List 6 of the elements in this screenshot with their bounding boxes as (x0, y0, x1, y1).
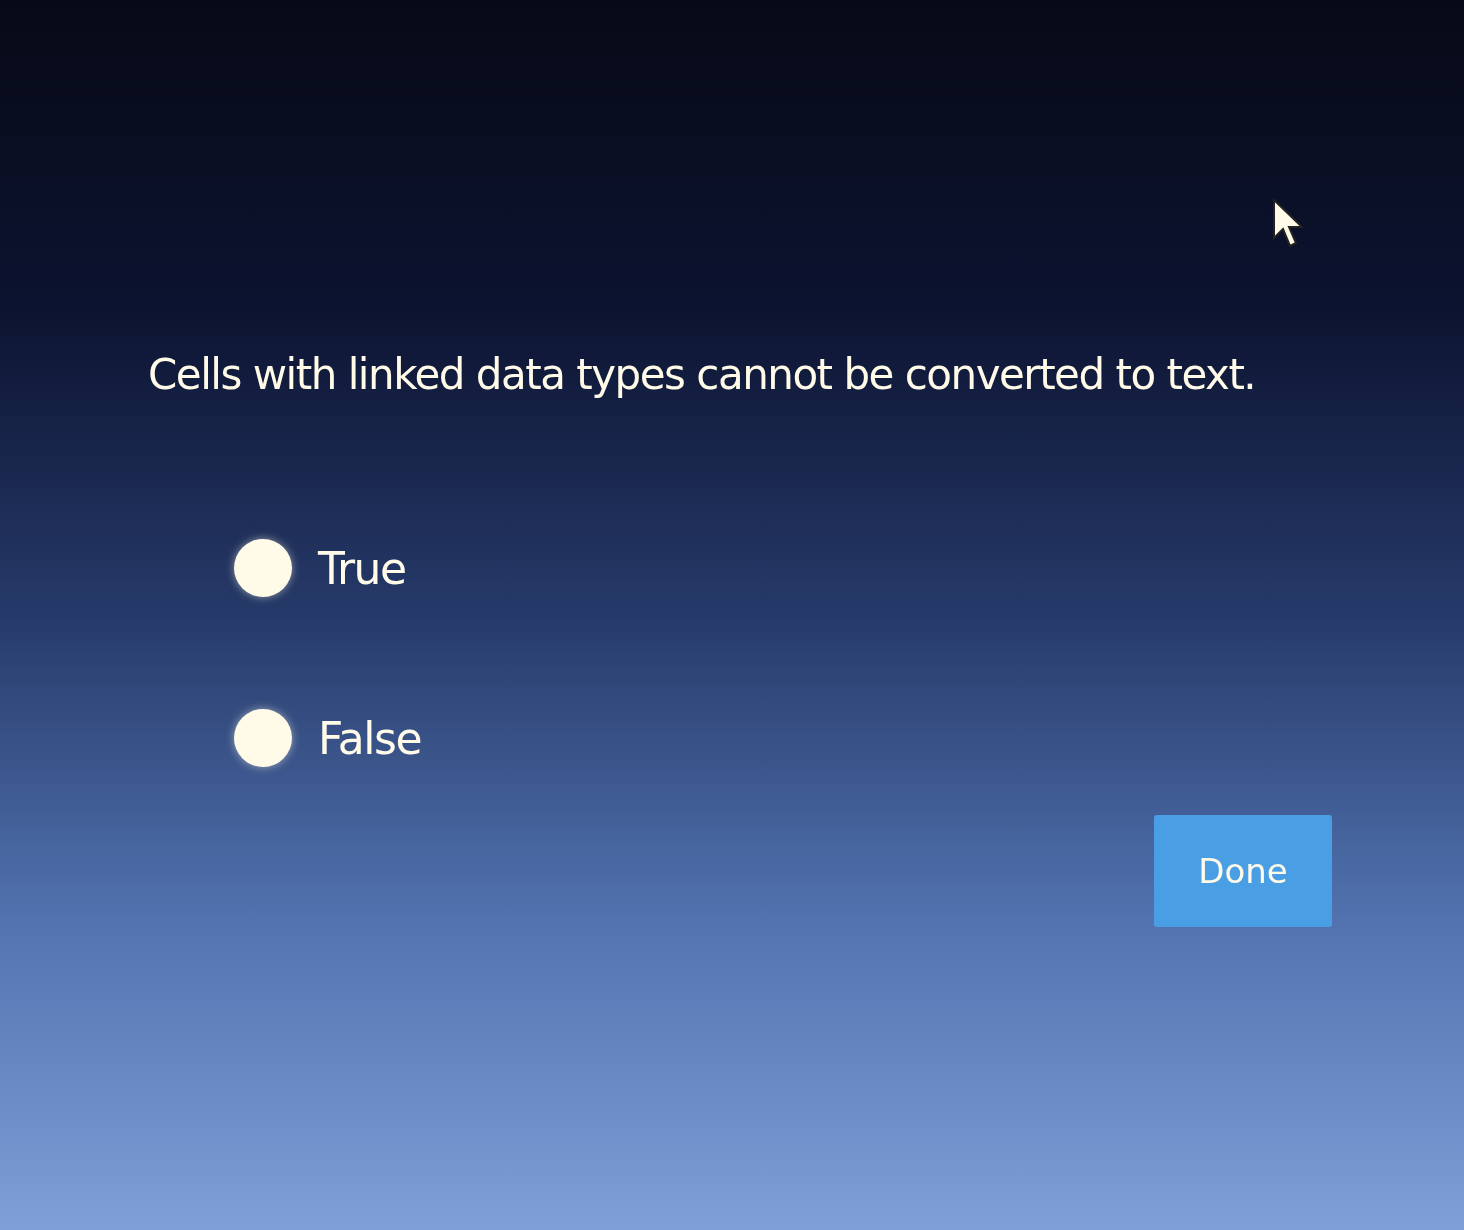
option-label[interactable]: False (318, 712, 421, 764)
pointer-icon (1272, 198, 1306, 250)
radio-button[interactable] (234, 709, 292, 767)
option-label[interactable]: True (318, 542, 406, 594)
question-text: Cells with linked data types cannot be converted to text. (148, 350, 1257, 399)
radio-button[interactable] (234, 539, 292, 597)
